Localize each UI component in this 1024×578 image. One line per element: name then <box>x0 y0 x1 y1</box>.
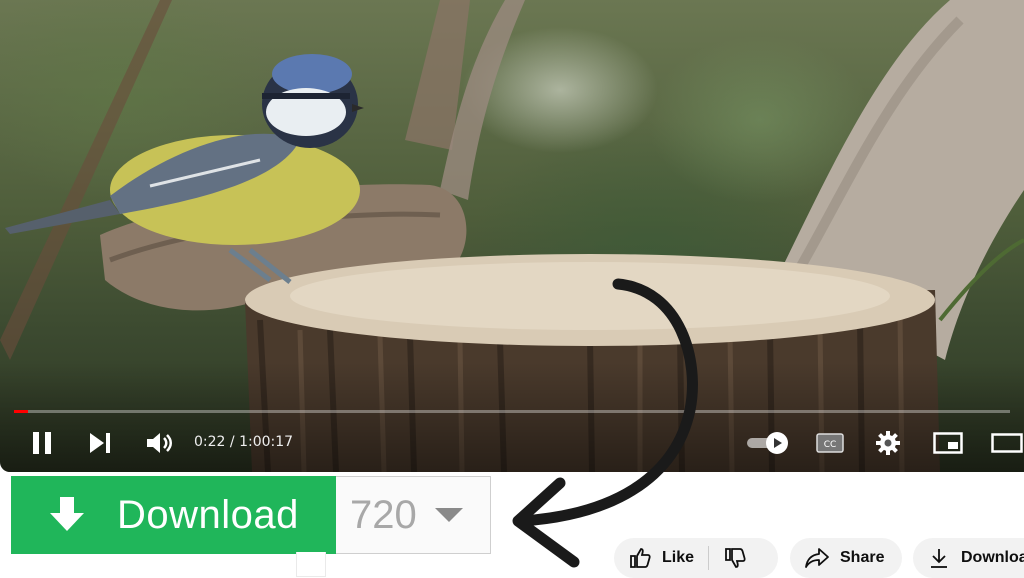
theater-mode-icon <box>991 433 1023 453</box>
settings-gear-icon <box>876 431 900 455</box>
dislike-button[interactable] <box>709 538 747 578</box>
volume-button[interactable] <box>143 428 175 458</box>
autoplay-toggle[interactable] <box>744 428 792 458</box>
download-widget: Download 720 <box>11 476 491 554</box>
quality-select[interactable]: 720 <box>336 476 491 554</box>
current-time: 0:22 <box>194 434 226 450</box>
volume-icon <box>147 433 172 453</box>
download-icon <box>931 549 947 568</box>
widget-tab <box>296 552 326 577</box>
progress-bar[interactable] <box>14 410 1010 413</box>
quality-value: 720 <box>350 492 417 537</box>
like-button[interactable]: Like <box>614 538 708 578</box>
pause-button[interactable] <box>28 428 56 458</box>
download-label: Download <box>961 549 1024 566</box>
progress-played <box>14 410 28 413</box>
next-button[interactable] <box>86 428 114 458</box>
like-label: Like <box>662 549 695 566</box>
download-button-label: Download <box>117 492 299 537</box>
thumbs-up-icon <box>630 548 651 568</box>
video-player[interactable]: 0:22 / 1:00:17 CC <box>0 0 1024 472</box>
miniplayer-icon <box>933 432 963 454</box>
dropdown-caret-icon <box>434 508 463 522</box>
miniplayer-button[interactable] <box>932 428 964 458</box>
download-button[interactable]: Download <box>11 476 336 554</box>
youtube-download-button[interactable]: Download <box>913 538 1024 578</box>
download-arrow-icon <box>50 497 84 531</box>
share-label: Share <box>840 549 885 566</box>
time-display: 0:22 / 1:00:17 <box>194 434 293 450</box>
settings-button[interactable] <box>873 428 903 458</box>
cc-button[interactable]: CC <box>814 428 846 458</box>
duration: 1:00:17 <box>239 434 294 450</box>
thumbs-down-icon <box>725 548 746 568</box>
theater-mode-button[interactable] <box>990 428 1024 458</box>
share-button[interactable]: Share <box>790 538 902 578</box>
time-separator: / <box>225 434 240 450</box>
like-dislike-group: Like <box>614 538 778 578</box>
share-arrow-icon <box>805 548 829 568</box>
next-icon <box>90 433 110 453</box>
autoplay-toggle-icon <box>747 432 788 454</box>
pause-icon <box>33 432 51 454</box>
svg-text:CC: CC <box>824 440 837 450</box>
download-arrow <box>37 495 97 535</box>
cc-icon: CC <box>816 433 844 453</box>
